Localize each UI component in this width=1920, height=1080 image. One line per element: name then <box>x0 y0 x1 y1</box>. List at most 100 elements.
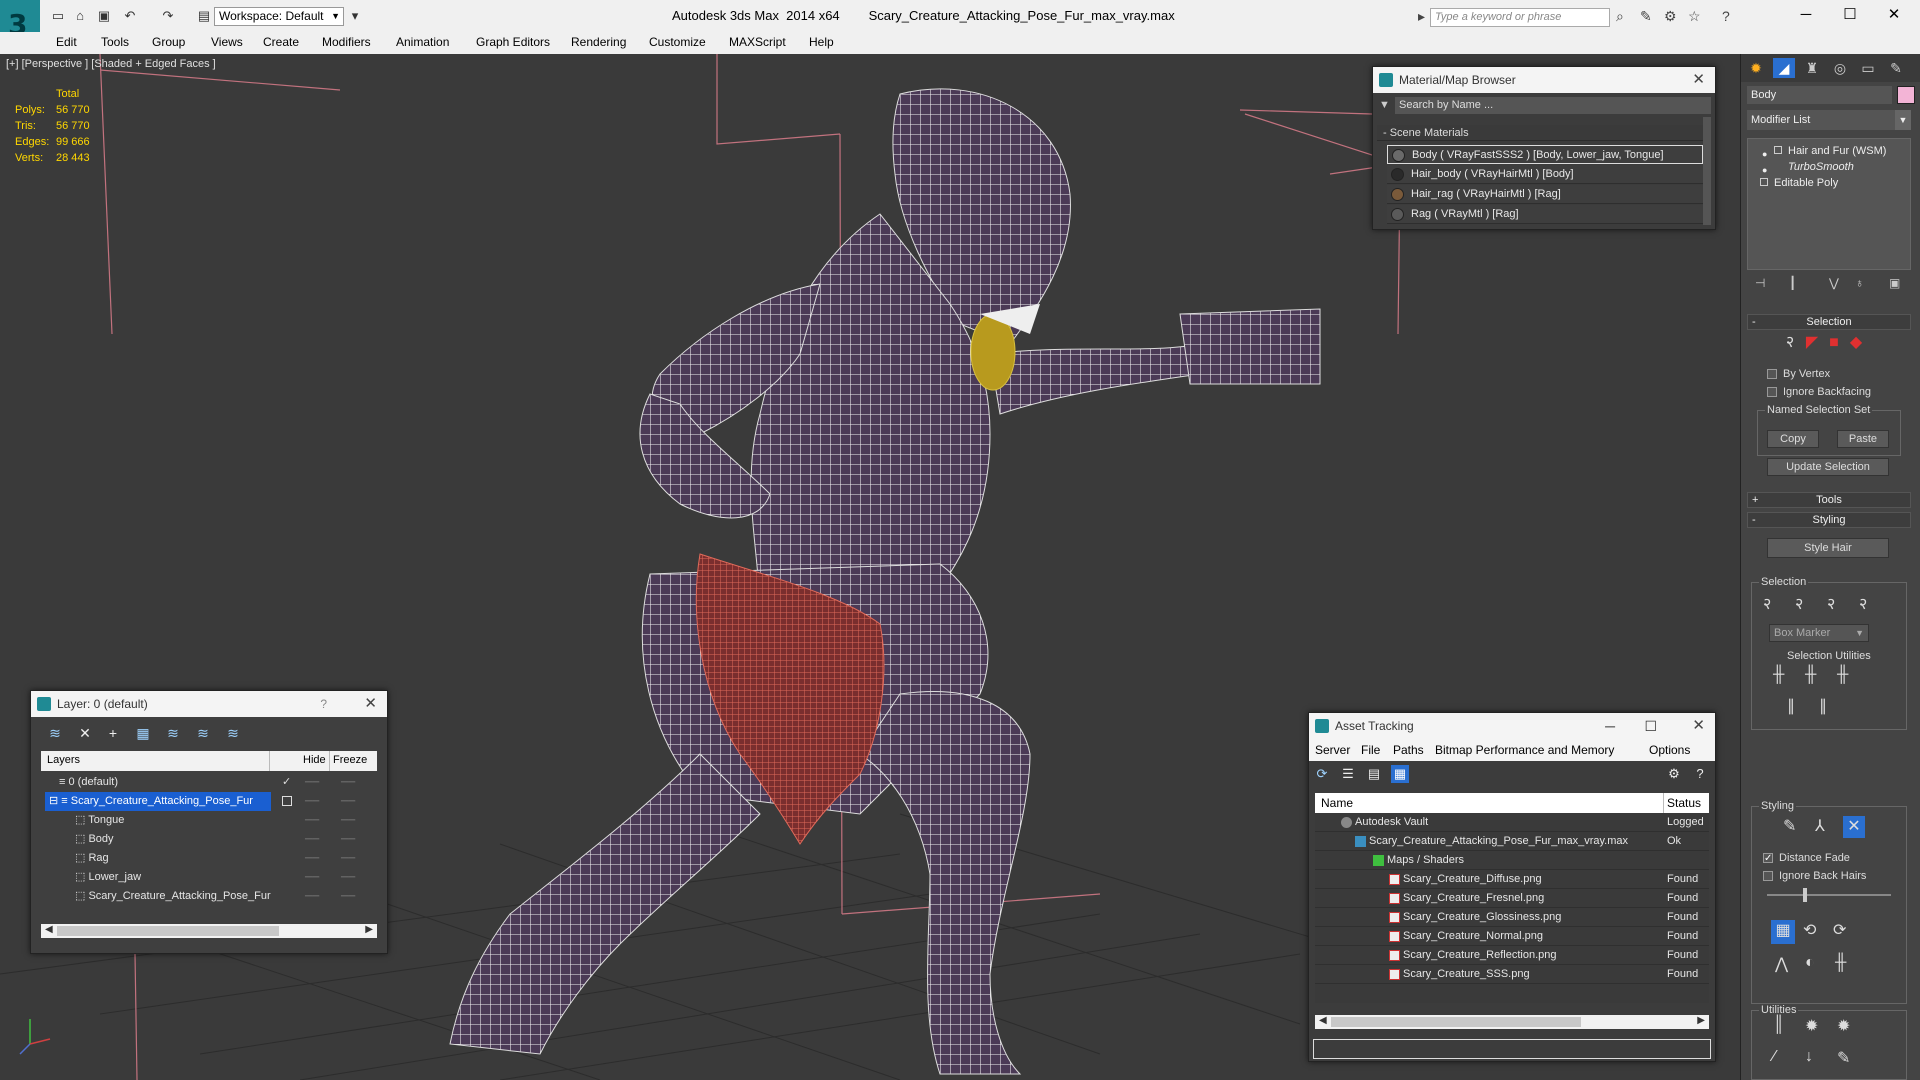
element-icon[interactable]: ◆ <box>1847 334 1865 352</box>
tools-rollout[interactable]: + Tools <box>1747 492 1911 508</box>
material-item[interactable]: Rag ( VRayMtl ) [Rag] <box>1387 205 1703 224</box>
refresh-icon[interactable]: ⟳ <box>1313 765 1331 783</box>
column-status[interactable]: Status <box>1667 796 1701 810</box>
help-icon[interactable]: ? <box>1722 8 1730 24</box>
stack-item-editable-poly[interactable]: Editable Poly <box>1752 175 1908 191</box>
minimize-button[interactable]: ─ <box>1786 4 1826 26</box>
menu-file[interactable]: File <box>1361 743 1380 757</box>
select-root-icon[interactable]: २ <box>1827 592 1835 614</box>
workspace-dropdown[interactable]: Workspace: Default ▼ <box>214 7 344 26</box>
menu-modifiers[interactable]: Modifiers <box>322 35 371 49</box>
redo-icon[interactable]: ↷ <box>160 8 176 24</box>
layer-row[interactable]: ≡ 0 (default) ✓ ── ── <box>41 773 377 792</box>
expand-icon[interactable] <box>1774 146 1782 154</box>
by-vertex-checkbox[interactable]: By Vertex <box>1767 366 1830 382</box>
favorites-star-icon[interactable]: ☆ <box>1688 8 1701 25</box>
close-icon[interactable]: ✕ <box>1692 67 1705 93</box>
layer-row[interactable]: ⬚ Scary_Creature_Attacking_Pose_Fur ── ── <box>41 887 377 906</box>
hide-toggle[interactable]: ── <box>305 792 319 811</box>
spline-icon[interactable]: ✎ <box>1837 1048 1850 1068</box>
styling-rollout[interactable]: - Styling <box>1747 512 1911 528</box>
object-name-field[interactable]: Body <box>1747 86 1892 104</box>
asset-row[interactable]: Scary_Creature_Normal.png Found <box>1315 927 1709 946</box>
material-item[interactable]: Hair_body ( VRayHairMtl ) [Body] <box>1387 165 1703 184</box>
layer-row[interactable]: ⬚ Rag ── ── <box>41 849 377 868</box>
hide-all-icon[interactable]: ≋ <box>193 723 213 743</box>
stack-item-turbosmooth[interactable]: ● TurboSmooth <box>1752 159 1908 175</box>
object-color-swatch[interactable] <box>1897 86 1915 104</box>
asset-tracking-titlebar[interactable]: Asset Tracking ─ ☐ ✕ <box>1309 713 1715 739</box>
freeze-toggle[interactable]: ── <box>341 830 355 849</box>
table-view-icon[interactable]: ▦ <box>1391 765 1409 783</box>
expand-search-icon[interactable]: ▸ <box>1418 8 1425 25</box>
select-tip-icon[interactable]: २ <box>1859 592 1867 614</box>
scroll-thumb[interactable] <box>57 926 279 936</box>
scroll-left-icon[interactable]: ◀ <box>45 924 53 935</box>
asset-row[interactable]: Scary_Creature_Glossiness.png Found <box>1315 908 1709 927</box>
menu-bitmap-performance[interactable]: Bitmap Performance and Memory <box>1435 743 1614 757</box>
update-selection-button[interactable]: Update Selection <box>1767 458 1889 476</box>
scroll-left-icon[interactable]: ◀ <box>1319 1015 1327 1026</box>
column-layers[interactable]: Layers <box>47 754 80 766</box>
menu-maxscript[interactable]: MAXScript <box>729 35 786 49</box>
hide-toggle[interactable]: ── <box>305 868 319 887</box>
stack-item-hair-fur[interactable]: ● Hair and Fur (WSM) <box>1752 143 1908 159</box>
ignore-backfacing-checkbox[interactable]: Ignore Backfacing <box>1767 384 1871 400</box>
select-brush-icon[interactable]: ⅄ <box>1815 816 1825 836</box>
menu-tools[interactable]: Tools <box>101 35 129 49</box>
hierarchy-tab-icon[interactable]: ♜ <box>1801 58 1823 78</box>
open-file-icon[interactable]: ⌂ <box>72 8 88 24</box>
highlight-layer-icon[interactable]: ≋ <box>163 723 183 743</box>
configure-sets-icon[interactable]: ▣ <box>1889 276 1900 290</box>
menu-rendering[interactable]: Rendering <box>571 35 626 49</box>
hide-toggle[interactable]: ── <box>305 811 319 830</box>
layer-row[interactable]: ⬚ Lower_jaw ── ── <box>41 868 377 887</box>
asset-row[interactable]: Scary_Creature_Attacking_Pose_Fur_max_vr… <box>1315 832 1709 851</box>
pin-stack-icon[interactable]: ⊣ <box>1755 276 1765 290</box>
checkbox[interactable] <box>1763 851 1773 867</box>
filter-icon[interactable]: ▼ <box>1379 99 1390 111</box>
menu-graph-editors[interactable]: Graph Editors <box>476 35 550 49</box>
material-search-input[interactable]: Search by Name ... <box>1395 97 1711 114</box>
current-layer-box[interactable] <box>282 796 292 806</box>
asset-row[interactable]: Scary_Creature_Diffuse.png Found <box>1315 870 1709 889</box>
current-layer-check-icon[interactable]: ✓ <box>282 773 291 792</box>
attenuate-icon[interactable]: ║ <box>1773 1016 1784 1034</box>
modify-tab-icon[interactable]: ◢ <box>1773 58 1795 78</box>
create-tab-icon[interactable]: ✹ <box>1745 58 1767 78</box>
modifier-list-dropdown[interactable]: Modifier List ▼ <box>1747 110 1911 130</box>
layer-row[interactable]: ⬚ Body ── ── <box>41 830 377 849</box>
asset-row[interactable]: Scary_Creature_SSS.png Found <box>1315 965 1709 984</box>
checkbox[interactable] <box>1767 387 1777 397</box>
checkbox[interactable] <box>1767 369 1777 379</box>
material-item[interactable]: Body ( VRayFastSSS2 ) [Body, Lower_jaw, … <box>1387 145 1703 164</box>
polygon-icon[interactable]: ■ <box>1825 334 1843 352</box>
translate-brush-icon[interactable]: ▦ <box>1771 920 1795 944</box>
column-hide[interactable]: Hide <box>303 754 326 766</box>
scene-materials-group[interactable]: - Scene Materials <box>1377 125 1703 141</box>
help-icon[interactable]: ? <box>320 691 327 717</box>
pop-selected-icon[interactable]: ✹ <box>1805 1016 1818 1036</box>
layer-row[interactable]: ⬚ Tongue ── ── <box>41 811 377 830</box>
detail-view-icon[interactable]: ▤ <box>1365 765 1383 783</box>
freeze-toggle[interactable]: ── <box>341 868 355 887</box>
freeze-toggle[interactable]: ── <box>341 792 355 811</box>
save-file-icon[interactable]: ▣ <box>96 8 112 24</box>
freeze-toggle[interactable]: ── <box>341 887 355 906</box>
help-search-input[interactable]: Type a keyword or phrase <box>1430 8 1610 27</box>
show-hidden-icon[interactable]: ∥ <box>1819 696 1827 716</box>
scroll-right-icon[interactable]: ▶ <box>365 924 373 935</box>
workspace-menu-icon[interactable]: ▾ <box>347 8 363 24</box>
project-folder-icon[interactable]: ▤ <box>196 8 212 24</box>
freeze-toggle[interactable]: ── <box>341 773 355 792</box>
hide-selected-icon[interactable]: ∥ <box>1787 696 1795 716</box>
column-name[interactable]: Name <box>1321 796 1353 810</box>
remove-modifier-icon[interactable]: ♁ <box>1855 276 1864 290</box>
ignore-back-hairs-checkbox[interactable]: Ignore Back Hairs <box>1763 868 1866 884</box>
menu-customize[interactable]: Customize <box>649 35 706 49</box>
copy-button[interactable]: Copy <box>1767 430 1819 448</box>
freeze-toggle[interactable]: ── <box>341 811 355 830</box>
make-unique-icon[interactable]: ⋁ <box>1829 276 1839 290</box>
help-icon[interactable]: ? <box>1691 765 1709 783</box>
slider-handle[interactable] <box>1803 888 1807 902</box>
